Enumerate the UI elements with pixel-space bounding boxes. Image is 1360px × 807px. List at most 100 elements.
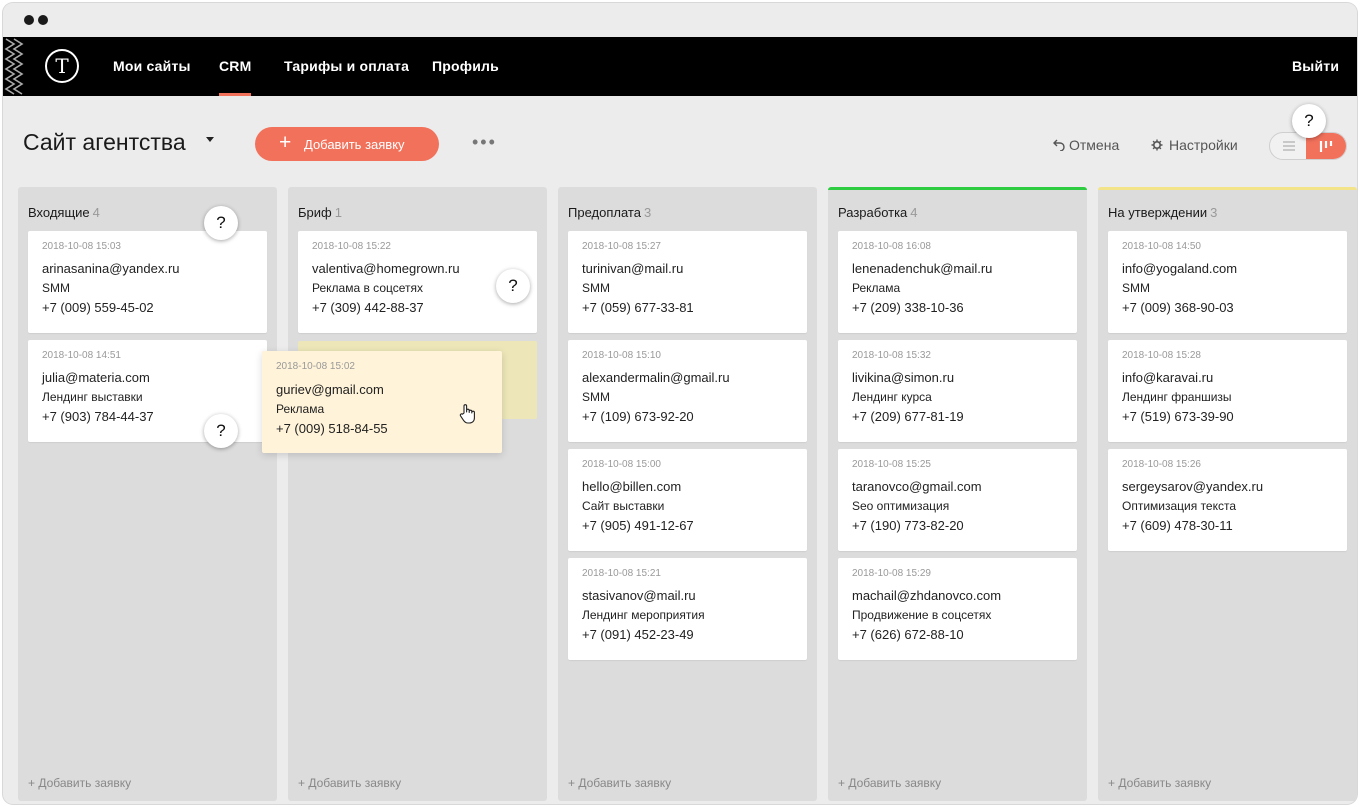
card-service: SMM xyxy=(42,281,70,295)
card-email: sergeysarov@yandex.ru xyxy=(1122,479,1264,494)
more-options-icon[interactable]: ••• xyxy=(472,132,497,153)
request-card[interactable]: 2018-10-08 15:03 arinasanina@yandex.ru S… xyxy=(28,231,267,333)
card-phone: +7 (609) 478-30-11 xyxy=(1122,518,1233,533)
card-email: machail@zhdanovco.com xyxy=(852,588,1002,603)
card-phone: +7 (903) 784-44-37 xyxy=(42,409,154,424)
logout-link[interactable]: Выйти xyxy=(1292,58,1339,74)
card-service: Оптимизация текста xyxy=(1122,499,1237,513)
card-email: turinivan@mail.ru xyxy=(582,261,684,276)
column-title-label: Бриф xyxy=(298,205,332,220)
request-card[interactable]: 2018-10-08 15:21 stasivanov@mail.ru Ленд… xyxy=(568,558,807,660)
column-count: 3 xyxy=(1210,205,1218,220)
nav-crm[interactable]: CRM xyxy=(219,58,251,74)
card-phone: +7 (309) 442-88-37 xyxy=(312,300,424,315)
site-title-dropdown[interactable]: Сайт агентства xyxy=(23,129,186,156)
card-service: Лендинг курса xyxy=(852,390,932,404)
column-title-label: На утверждении xyxy=(1108,205,1208,220)
request-card[interactable]: 2018-10-08 15:27 turinivan@mail.ru SMM +… xyxy=(568,231,807,333)
request-card[interactable]: 2018-10-08 15:32 livikina@simon.ru Ленди… xyxy=(838,340,1077,442)
add-request-link[interactable]: + Добавить заявку xyxy=(838,776,941,790)
card-service: Лендинг мероприятия xyxy=(582,608,705,622)
card-email: arinasanina@yandex.ru xyxy=(42,261,180,276)
card-phone: +7 (091) 452-23-49 xyxy=(582,627,694,642)
nav-tariffs[interactable]: Тарифы и оплата xyxy=(284,58,409,74)
card-phone: +7 (905) 491-12-67 xyxy=(582,518,694,533)
card-service: Реклама xyxy=(852,281,901,295)
card-date: 2018-10-08 15:25 xyxy=(852,459,931,470)
card-date: 2018-10-08 15:26 xyxy=(1122,459,1201,470)
card-service: SMM xyxy=(582,390,610,404)
help-hint-icon[interactable]: ? xyxy=(204,206,238,240)
request-card[interactable]: 2018-10-08 14:50 info@yogaland.com SMM +… xyxy=(1108,231,1347,333)
card-date: 2018-10-08 14:50 xyxy=(1122,241,1201,252)
request-card[interactable]: 2018-10-08 15:25 taranovco@gmail.com Seo… xyxy=(838,449,1077,551)
help-hint-icon[interactable]: ? xyxy=(1292,104,1326,138)
browser-window: T Мои сайты CRM Тарифы и оплата Профиль … xyxy=(3,3,1357,804)
undo-icon xyxy=(1053,139,1065,152)
add-request-link[interactable]: + Добавить заявку xyxy=(1108,776,1211,790)
request-card[interactable]: 2018-10-08 15:00 hello@billen.com Сайт в… xyxy=(568,449,807,551)
card-date: 2018-10-08 15:21 xyxy=(582,568,661,579)
card-date: 2018-10-08 15:02 xyxy=(276,361,355,372)
add-request-link[interactable]: + Добавить заявку xyxy=(568,776,671,790)
top-navigation: T Мои сайты CRM Тарифы и оплата Профиль … xyxy=(3,37,1357,96)
card-phone: +7 (209) 338-10-36 xyxy=(852,300,964,315)
gear-icon xyxy=(1151,139,1163,151)
column-title-label: Разработка xyxy=(838,205,908,220)
request-card[interactable]: 2018-10-08 15:29 machail@zhdanovco.com П… xyxy=(838,558,1077,660)
card-service: Продвижение в соцсетях xyxy=(852,608,992,622)
request-card[interactable]: 2018-10-08 15:28 info@karavai.ru Лендинг… xyxy=(1108,340,1347,442)
card-service: Реклама xyxy=(276,402,325,416)
card-email: alexandermalin@gmail.ru xyxy=(582,370,730,385)
card-date: 2018-10-08 15:29 xyxy=(852,568,931,579)
window-close-dot[interactable] xyxy=(24,15,34,25)
column-count: 1 xyxy=(334,205,342,220)
nav-profile[interactable]: Профиль xyxy=(432,58,499,74)
request-card[interactable]: 2018-10-08 15:10 alexandermalin@gmail.ru… xyxy=(568,340,807,442)
settings-button[interactable]: Настройки xyxy=(1151,137,1238,153)
card-phone: +7 (009) 518-84-55 xyxy=(276,421,388,436)
column-title: Разработка 4 xyxy=(838,205,918,220)
card-phone: +7 (009) 368-90-03 xyxy=(1122,300,1234,315)
card-phone: +7 (209) 677-81-19 xyxy=(852,409,964,424)
card-date: 2018-10-08 16:08 xyxy=(852,241,931,252)
add-request-label: Добавить заявку xyxy=(304,137,405,152)
card-email: lenenadenchuk@mail.ru xyxy=(852,261,993,276)
request-card[interactable]: 2018-10-08 16:08 lenenadenchuk@mail.ru Р… xyxy=(838,231,1077,333)
column-title-label: Предоплата xyxy=(568,205,641,220)
tilda-logo[interactable]: T xyxy=(45,49,79,83)
column-approval: На утверждении 3 2018-10-08 14:50 info@yo… xyxy=(1098,187,1357,801)
card-service: Seo оптимизация xyxy=(852,499,950,513)
card-email: stasivanov@mail.ru xyxy=(582,588,696,603)
chevron-down-icon[interactable] xyxy=(206,137,214,142)
column-title: Входящие 4 xyxy=(28,205,100,220)
card-phone: +7 (059) 677-33-81 xyxy=(582,300,694,315)
hand-cursor-icon xyxy=(459,404,475,424)
add-request-button[interactable]: + Добавить заявку xyxy=(255,127,439,161)
add-request-link[interactable]: + Добавить заявку xyxy=(298,776,401,790)
request-card[interactable]: 2018-10-08 15:26 sergeysarov@yandex.ru О… xyxy=(1108,449,1347,551)
undo-button[interactable]: Отмена xyxy=(1053,137,1119,153)
add-request-link[interactable]: + Добавить заявку xyxy=(28,776,131,790)
help-hint-icon[interactable]: ? xyxy=(204,414,238,448)
card-email: valentiva@homegrown.ru xyxy=(312,261,460,276)
column-development: Разработка 4 2018-10-08 16:08 lenenadench… xyxy=(828,187,1087,801)
column-title: На утверждении 3 xyxy=(1108,205,1217,220)
settings-label: Настройки xyxy=(1169,137,1238,153)
card-date: 2018-10-08 14:51 xyxy=(42,350,121,361)
nav-my-sites[interactable]: Мои сайты xyxy=(113,58,191,74)
dragging-request-card[interactable]: 2018-10-08 15:02 guriev@gmail.com Реклам… xyxy=(262,351,502,453)
undo-label: Отмена xyxy=(1069,137,1120,153)
board-toolbar: Сайт агентства + Добавить заявку ••• Отм… xyxy=(3,96,1357,186)
card-date: 2018-10-08 15:28 xyxy=(1122,350,1201,361)
help-hint-icon[interactable]: ? xyxy=(496,269,530,303)
card-phone: +7 (626) 672-88-10 xyxy=(852,627,964,642)
column-title: Предоплата 3 xyxy=(568,205,651,220)
plus-icon: + xyxy=(279,131,292,154)
window-minimize-dot[interactable] xyxy=(38,15,48,25)
card-date: 2018-10-08 15:00 xyxy=(582,459,661,470)
column-accent-bar xyxy=(828,187,1087,190)
zigzag-decoration-icon xyxy=(4,38,24,95)
window-titlebar xyxy=(3,3,1357,37)
column-title-label: Входящие xyxy=(28,205,90,220)
